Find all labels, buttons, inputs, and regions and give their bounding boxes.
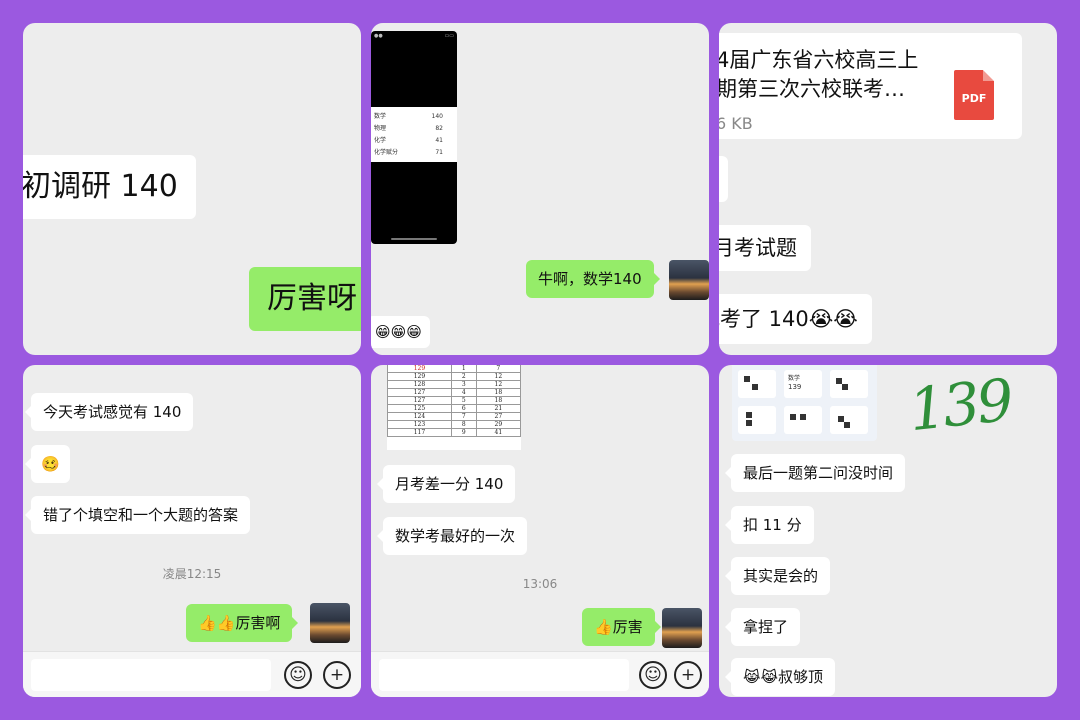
table-cell: 7 — [475, 365, 522, 373]
table-cell: 41 — [475, 428, 522, 437]
table-cell: 124 — [387, 412, 452, 421]
message-input[interactable] — [379, 659, 629, 691]
chat-panel-1: 初调研 140 厉害呀 — [23, 23, 361, 355]
table-cell: 4 — [450, 388, 477, 397]
chat-panel-6: 数学 139 139 最后一题第二问没时间 扣 11 分 其实是会的 拿捏了 😹… — [719, 365, 1057, 697]
message-bubble[interactable]: 数学考最好的一次 — [376, 517, 528, 555]
message-bubble-sent[interactable]: 👍厉害 — [582, 608, 661, 646]
score-tile — [738, 406, 776, 434]
battery-icon: ▭▭ — [444, 33, 454, 39]
table-cell: 29 — [475, 420, 522, 429]
table-cell: 129 — [387, 372, 452, 381]
table-row: 129 1 7 — [387, 365, 522, 373]
table-cell: 27 — [475, 412, 522, 421]
table-row: 117 9 41 — [387, 428, 522, 437]
score-table-image[interactable]: 129 1 7 129 2 12 128 3 12 127 4 18 127 5 18 125 6 21 124 7 2… — [387, 365, 522, 450]
table-cell: 12 — [475, 380, 522, 389]
chat-panel-4: 今天考试感觉有 140 🥴 错了个填空和一个大题的答案 凌晨12:15 👍👍厉害… — [23, 365, 361, 697]
table-cell: 2 — [450, 372, 477, 381]
score-tile: 数学 139 — [784, 370, 822, 398]
score-row: 化学赋分 71 — [374, 149, 443, 156]
message-bubble[interactable]: 错了个填空和一个大题的答案 — [24, 496, 251, 534]
message-bubble[interactable]: 月考试题 — [719, 225, 811, 271]
table-cell: 129 — [387, 365, 452, 373]
message-bubble[interactable]: 😁😁😁 — [371, 316, 430, 348]
table-cell: 9 — [450, 428, 477, 437]
emoji-icon[interactable]: ☺ — [639, 661, 667, 689]
table-row: 129 2 12 — [387, 372, 522, 381]
timestamp: 凌晨12:15 — [162, 567, 222, 581]
score-tile — [784, 406, 822, 434]
table-cell: 12 — [475, 372, 522, 381]
message-bubble-sent[interactable]: 厉害呀 — [249, 267, 361, 331]
score-row: 化学 41 — [374, 137, 443, 144]
table-cell: 128 — [387, 380, 452, 389]
table-row: 125 6 21 — [387, 404, 522, 413]
pdf-icon: PDF — [954, 70, 994, 120]
plus-icon[interactable]: + — [323, 661, 351, 689]
input-bar: ☺ + — [371, 651, 709, 697]
message-bubble[interactable]: 😹😹叔够顶 — [724, 658, 836, 696]
table-cell: 127 — [387, 388, 452, 397]
message-bubble[interactable]: 今天考试感觉有 140 — [24, 393, 194, 431]
table-cell: 1 — [450, 365, 477, 373]
table-row: 127 4 18 — [387, 388, 522, 397]
table-row: 127 5 18 — [387, 396, 522, 405]
table-cell: 7 — [450, 412, 477, 421]
message-bubble[interactable]: 其实是会的 — [724, 557, 831, 595]
ranking-table: 129 1 7 129 2 12 128 3 12 127 4 18 127 5 18 125 6 21 124 7 2… — [387, 365, 522, 437]
score-tile — [738, 370, 776, 398]
message-bubble[interactable]: 🥴 — [25, 445, 70, 483]
message-bubble[interactable]: 最后一题第二问没时间 — [724, 454, 906, 492]
table-cell: 6 — [450, 404, 477, 413]
score-screenshot-image[interactable]: ●● ▭▭ 数学 140 物理 82 化学 41 化学赋分 71 — [371, 31, 457, 244]
table-cell: 8 — [450, 420, 477, 429]
home-indicator — [391, 238, 437, 240]
chat-panel-3: 4届广东省六校高三上 期第三次六校联考… 6 KB PDF 数 月考试题 我考了… — [719, 23, 1057, 355]
emoji-icon[interactable]: ☺ — [284, 661, 312, 689]
phone-status-bar: ●● ▭▭ — [374, 33, 454, 39]
file-size: 6 KB — [719, 114, 753, 133]
table-cell: 117 — [387, 428, 452, 437]
message-bubble-sent[interactable]: 牛啊，数学140 — [526, 260, 660, 298]
score-tile — [830, 370, 868, 398]
score-card-image[interactable]: 数学 139 — [732, 365, 877, 441]
message-bubble[interactable]: 月考差一分 140 — [376, 465, 516, 503]
table-cell: 18 — [475, 396, 522, 405]
table-row: 123 8 29 — [387, 420, 522, 429]
table-row: 124 7 27 — [387, 412, 522, 421]
table-cell: 127 — [387, 396, 452, 405]
table-cell: 125 — [387, 404, 452, 413]
table-cell: 18 — [475, 388, 522, 397]
message-bubble[interactable]: 扣 11 分 — [725, 506, 814, 544]
avatar[interactable] — [310, 603, 350, 643]
message-input[interactable] — [31, 659, 271, 691]
score-row: 物理 82 — [374, 125, 443, 132]
message-bubble[interactable]: 数 — [719, 156, 728, 202]
score-row: 数学 140 — [374, 113, 443, 120]
avatar[interactable] — [669, 260, 709, 300]
table-cell: 3 — [450, 380, 477, 389]
file-name: 4届广东省六校高三上 期第三次六校联考… — [719, 48, 919, 101]
timestamp: 13:06 — [522, 577, 558, 591]
plus-icon[interactable]: + — [674, 661, 702, 689]
avatar[interactable] — [662, 608, 702, 648]
table-cell: 21 — [475, 404, 522, 413]
handwritten-score: 139 — [905, 365, 1014, 445]
chat-panel-5: 129 1 7 129 2 12 128 3 12 127 4 18 127 5 18 125 6 21 124 7 2… — [371, 365, 709, 697]
chat-panel-2: ●● ▭▭ 数学 140 物理 82 化学 41 化学赋分 71 牛啊，数学140 😁😁😁 — [371, 23, 709, 355]
table-cell: 123 — [387, 420, 452, 429]
message-bubble[interactable]: 我考了 140😭😭 — [719, 294, 872, 344]
message-bubble[interactable]: 初调研 140 — [23, 155, 196, 219]
message-bubble-sent[interactable]: 👍👍厉害啊 — [186, 604, 299, 642]
table-row: 128 3 12 — [387, 380, 522, 389]
table-cell: 5 — [450, 396, 477, 405]
score-tile — [830, 406, 868, 434]
score-table: 数学 140 物理 82 化学 41 化学赋分 71 — [371, 107, 457, 162]
signal-icon: ●● — [374, 33, 383, 39]
input-bar: ☺ + — [23, 651, 361, 697]
file-card[interactable]: 4届广东省六校高三上 期第三次六校联考… 6 KB PDF — [719, 33, 1022, 139]
message-bubble[interactable]: 拿捏了 — [724, 608, 801, 646]
